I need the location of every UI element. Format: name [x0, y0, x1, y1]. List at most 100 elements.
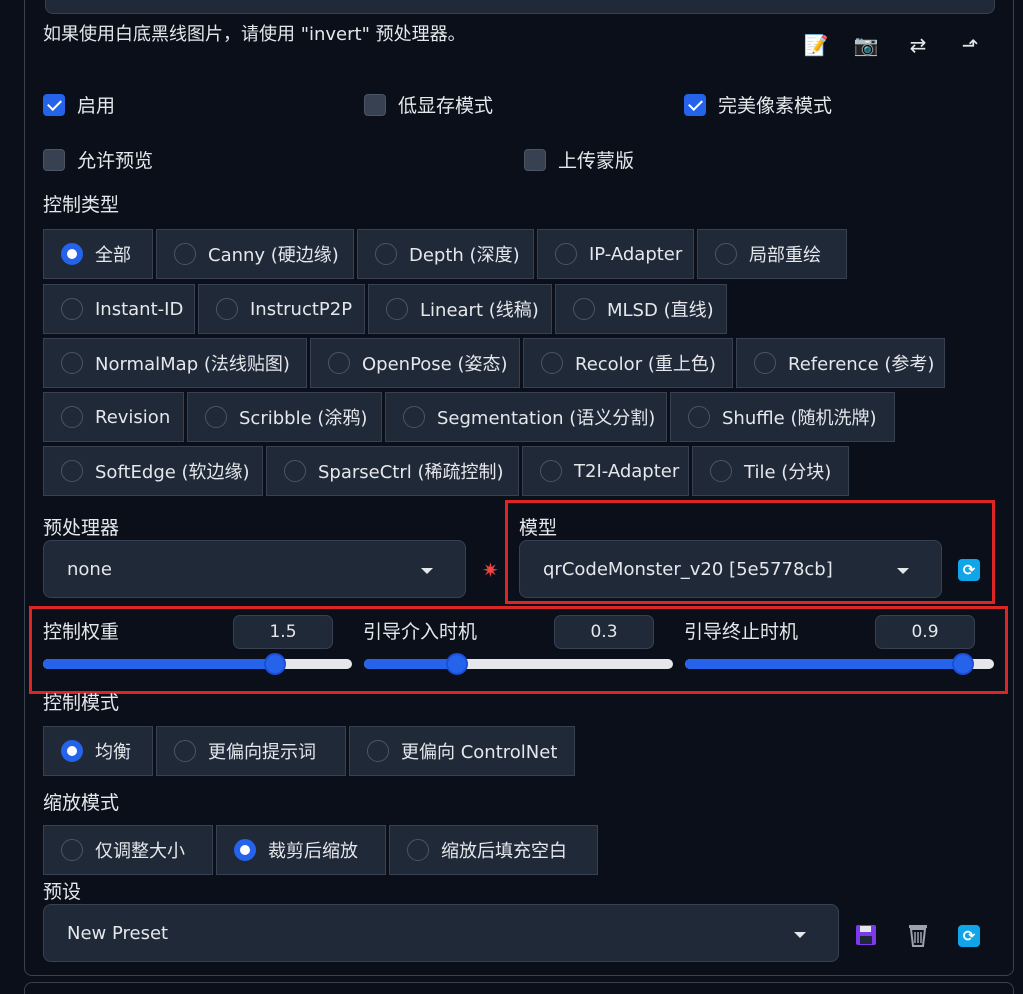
- radio-dot: [61, 406, 83, 428]
- swap-icon[interactable]: ⇄: [904, 32, 932, 58]
- resize-mode-label: 缩放模式: [43, 792, 120, 814]
- slider-thumb[interactable]: [952, 653, 975, 675]
- control-type-option[interactable]: 局部重绘: [697, 229, 847, 279]
- image-area-bottom: [45, 0, 995, 14]
- camera-icon[interactable]: 📷: [852, 32, 880, 58]
- control-type-option[interactable]: 全部: [43, 229, 153, 279]
- control-type-option[interactable]: SoftEdge (软边缘): [43, 446, 263, 496]
- option-label: InstructP2P: [250, 298, 353, 320]
- model-select[interactable]: qrCodeMonster_v20 [5e5778cb]: [519, 540, 942, 598]
- trash-icon[interactable]: [904, 922, 932, 948]
- save-icon[interactable]: [852, 922, 880, 948]
- control-mode-option[interactable]: 均衡: [43, 726, 153, 776]
- chevron-down-icon: [794, 932, 806, 938]
- option-label: 局部重绘: [749, 245, 821, 266]
- radio-dot: [61, 740, 83, 762]
- control-type-option[interactable]: Depth (深度): [357, 229, 534, 279]
- control-mode-option[interactable]: 更偏向提示词: [156, 726, 346, 776]
- radio-dot: [216, 298, 238, 320]
- checkbox-box[interactable]: [524, 148, 546, 171]
- radio-dot: [386, 298, 408, 320]
- option-label: Canny (硬边缘): [208, 245, 339, 266]
- checkbox-box[interactable]: [364, 93, 386, 116]
- preset-select[interactable]: New Preset: [43, 904, 839, 962]
- weight-slider[interactable]: [43, 653, 352, 675]
- radio-dot: [540, 460, 562, 482]
- checkbox-label: 启用: [77, 95, 116, 117]
- option-label: Scribble (涂鸦): [239, 408, 368, 429]
- slider-thumb[interactable]: [445, 653, 468, 675]
- control-type-option[interactable]: Recolor (重上色): [523, 338, 733, 388]
- option-label: Lineart (线稿): [420, 300, 539, 321]
- option-label: 更偏向提示词: [208, 742, 316, 763]
- checkbox-label: 允许预览: [77, 150, 154, 172]
- weight-number-input[interactable]: 1.5: [233, 615, 333, 649]
- allow-preview-checkbox[interactable]: 允许预览: [43, 146, 153, 173]
- control-type-option[interactable]: Tile (分块): [692, 446, 849, 496]
- control-type-option[interactable]: OpenPose (姿态): [310, 338, 520, 388]
- checkbox-box[interactable]: [684, 93, 706, 116]
- end-number-input[interactable]: 0.9: [875, 615, 975, 649]
- radio-dot: [61, 243, 83, 265]
- refresh-icon[interactable]: ⟳: [958, 559, 980, 581]
- control-type-option[interactable]: Instant-ID: [43, 284, 195, 334]
- end-slider[interactable]: [685, 653, 994, 675]
- radio-dot: [754, 352, 776, 374]
- start-label: 引导介入时机: [363, 621, 478, 643]
- pixel-perfect-checkbox[interactable]: 完美像素模式: [684, 91, 832, 118]
- control-type-option[interactable]: Canny (硬边缘): [156, 229, 354, 279]
- option-label: OpenPose (姿态): [362, 354, 508, 375]
- radio-dot: [710, 460, 732, 482]
- radio-dot: [367, 740, 389, 762]
- upload-mask-checkbox[interactable]: 上传蒙版: [524, 146, 634, 173]
- checkbox-box[interactable]: [43, 93, 65, 116]
- explosion-icon[interactable]: ✷: [482, 558, 499, 582]
- control-type-option[interactable]: Segmentation (语义分割): [385, 392, 667, 442]
- preset-refresh-icon[interactable]: ⟳: [958, 925, 980, 947]
- radio-dot: [375, 243, 397, 265]
- radio-dot: [174, 243, 196, 265]
- radio-dot: [174, 740, 196, 762]
- control-type-option[interactable]: Reference (参考): [736, 338, 945, 388]
- slider-fill: [685, 659, 964, 669]
- rotate-icon[interactable]: ⬏: [956, 32, 984, 58]
- control-type-option[interactable]: SparseCtrl (稀疏控制): [266, 446, 519, 496]
- preprocessor-select[interactable]: none: [43, 540, 466, 598]
- radio-dot: [328, 352, 350, 374]
- checkbox-box[interactable]: [43, 148, 65, 171]
- control-type-option[interactable]: Revision: [43, 392, 184, 442]
- control-type-option[interactable]: T2I-Adapter: [522, 446, 689, 496]
- start-slider[interactable]: [364, 653, 673, 675]
- control-type-option[interactable]: MLSD (直线): [555, 284, 727, 334]
- weight-label: 控制权重: [43, 621, 120, 643]
- control-type-option[interactable]: IP-Adapter: [537, 229, 694, 279]
- checkbox-label: 低显存模式: [398, 95, 494, 117]
- control-type-option[interactable]: Shuffle (随机洗牌): [670, 392, 895, 442]
- radio-dot: [234, 839, 256, 861]
- radio-dot: [688, 406, 710, 428]
- invert-hint: 如果使用白底黑线图片，请使用 "invert" 预处理器。: [43, 24, 466, 45]
- control-type-label: 控制类型: [43, 194, 120, 216]
- control-type-option[interactable]: NormalMap (法线贴图): [43, 338, 307, 388]
- option-label: Recolor (重上色): [575, 354, 716, 375]
- slider-thumb[interactable]: [263, 653, 286, 675]
- option-label: Reference (参考): [788, 354, 935, 375]
- low-vram-checkbox[interactable]: 低显存模式: [364, 91, 493, 118]
- enable-checkbox[interactable]: 启用: [43, 91, 115, 118]
- resize-mode-option[interactable]: 裁剪后缩放: [216, 825, 386, 875]
- control-type-option[interactable]: InstructP2P: [198, 284, 365, 334]
- radio-dot: [61, 839, 83, 861]
- control-type-option[interactable]: Scribble (涂鸦): [187, 392, 382, 442]
- radio-dot: [403, 406, 425, 428]
- start-number-input[interactable]: 0.3: [554, 615, 654, 649]
- edit-icon[interactable]: 📝: [802, 32, 830, 58]
- option-label: Shuffle (随机洗牌): [722, 408, 877, 429]
- radio-dot: [555, 243, 577, 265]
- control-type-option[interactable]: Lineart (线稿): [368, 284, 552, 334]
- resize-mode-option[interactable]: 缩放后填充空白: [389, 825, 598, 875]
- resize-mode-option[interactable]: 仅调整大小: [43, 825, 213, 875]
- model-value: qrCodeMonster_v20 [5e5778cb]: [543, 558, 833, 580]
- control-mode-option[interactable]: 更偏向 ControlNet: [349, 726, 575, 776]
- radio-dot: [61, 460, 83, 482]
- option-label: T2I-Adapter: [574, 460, 680, 482]
